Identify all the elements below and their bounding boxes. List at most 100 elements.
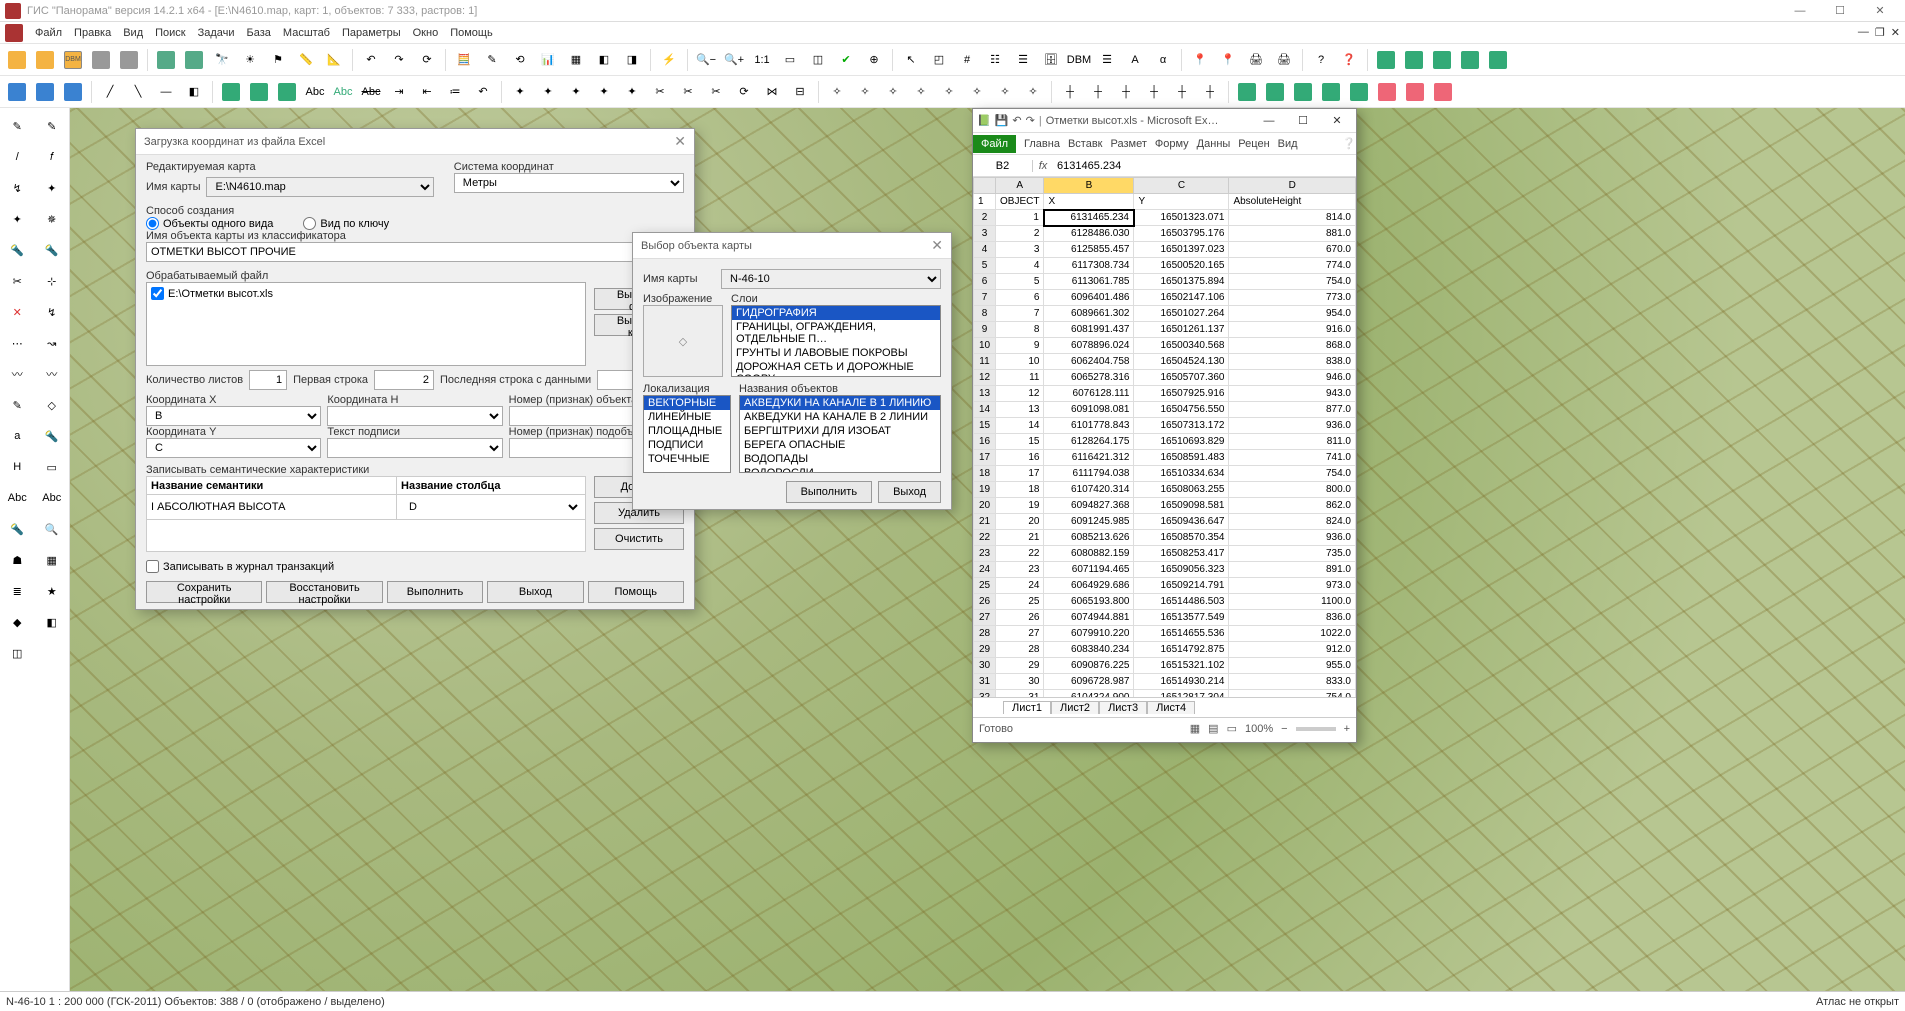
draw3-icon[interactable] bbox=[60, 79, 86, 105]
rt-compass-icon[interactable]: ✵ bbox=[38, 205, 66, 233]
x4-icon[interactable]: ✧ bbox=[908, 79, 934, 105]
ribbon-review[interactable]: Рецен bbox=[1234, 138, 1273, 150]
radio-one-type[interactable]: Объекты одного вида bbox=[146, 217, 273, 230]
rt-wave-icon[interactable]: 〰 bbox=[38, 360, 66, 388]
save-icon[interactable] bbox=[88, 47, 114, 73]
x1-icon[interactable]: ✧ bbox=[824, 79, 850, 105]
list2-icon[interactable]: ☰ bbox=[1094, 47, 1120, 73]
draw2-icon[interactable] bbox=[32, 79, 58, 105]
cut3-icon[interactable]: ✂ bbox=[703, 79, 729, 105]
grid1-icon[interactable]: ┼ bbox=[1057, 79, 1083, 105]
gn-e-icon[interactable]: ✦ bbox=[619, 79, 645, 105]
select-rect-icon[interactable]: ▭ bbox=[777, 47, 803, 73]
node2-icon[interactable] bbox=[246, 79, 272, 105]
rt-branch-icon[interactable]: ↯ bbox=[38, 298, 66, 326]
sem-col-select[interactable]: D bbox=[401, 497, 581, 517]
sheet-tab-1[interactable]: Лист1 bbox=[1003, 701, 1051, 714]
mdi-minimize[interactable]: — bbox=[1858, 26, 1869, 39]
lt-a-icon[interactable]: a bbox=[3, 422, 31, 450]
qat-redo-icon[interactable]: ↷ bbox=[1026, 114, 1035, 127]
menu-base[interactable]: База bbox=[247, 27, 271, 39]
binoculars-icon[interactable]: 🔭 bbox=[209, 47, 235, 73]
split-icon[interactable]: ⊟ bbox=[787, 79, 813, 105]
d2-local-item[interactable]: ТОЧЕЧНЫЕ bbox=[644, 452, 730, 466]
menu-scale[interactable]: Масштаб bbox=[283, 27, 330, 39]
table-icon[interactable]: ☷ bbox=[982, 47, 1008, 73]
zoom-in-icon[interactable]: + bbox=[1344, 723, 1350, 735]
rt-diamond-icon[interactable]: ◇ bbox=[38, 391, 66, 419]
3d-icon[interactable]: ◧ bbox=[591, 47, 617, 73]
menu-search[interactable]: Поиск bbox=[155, 27, 185, 39]
measure-icon[interactable]: 📐 bbox=[321, 47, 347, 73]
print-icon[interactable]: 🖨 bbox=[1243, 47, 1269, 73]
cube-icon[interactable]: ◨ bbox=[619, 47, 645, 73]
rt-gstar-icon[interactable]: ✦ bbox=[38, 174, 66, 202]
saveall-icon[interactable] bbox=[116, 47, 142, 73]
rt-snap-icon[interactable]: ⊹ bbox=[38, 267, 66, 295]
zoomout-icon[interactable]: 🔍− bbox=[693, 47, 719, 73]
reload-icon[interactable]: ⟳ bbox=[731, 79, 757, 105]
gn-c-icon[interactable]: ✦ bbox=[563, 79, 589, 105]
x3-icon[interactable]: ✧ bbox=[880, 79, 906, 105]
d2-objname-item[interactable]: АКВЕДУКИ НА КАНАЛЕ В 1 ЛИНИЮ bbox=[740, 396, 940, 410]
m2-icon[interactable] bbox=[1262, 79, 1288, 105]
sheet-tab-4[interactable]: Лист4 bbox=[1147, 701, 1195, 714]
rt-sel-icon[interactable]: ▭ bbox=[38, 453, 66, 481]
d2-local-item[interactable]: ПОДПИСИ bbox=[644, 438, 730, 452]
rt-gold-icon[interactable]: ◧ bbox=[38, 608, 66, 636]
abc2-icon[interactable]: Abc bbox=[330, 79, 356, 105]
sem-row[interactable]: I АБСОЛЮТНАЯ ВЫСОТА D bbox=[147, 495, 586, 520]
d2-local-item[interactable]: ВЕКТОРНЫЕ bbox=[644, 396, 730, 410]
qat-undo-icon[interactable]: ↶ bbox=[1012, 114, 1021, 127]
menu-edit[interactable]: Правка bbox=[74, 27, 111, 39]
lastrow-input[interactable] bbox=[597, 370, 635, 390]
lt-flashlight-icon[interactable]: 🔦 bbox=[3, 236, 31, 264]
rotate-icon[interactable]: ⟲ bbox=[507, 47, 533, 73]
node3-icon[interactable] bbox=[274, 79, 300, 105]
rt-light-icon[interactable]: 🔦 bbox=[38, 236, 66, 264]
menu-file[interactable]: Файл bbox=[35, 27, 62, 39]
dbm-icon[interactable]: DBM bbox=[60, 47, 86, 73]
rt-script-icon[interactable]: 𝑓 bbox=[38, 143, 66, 171]
line1-icon[interactable]: ╱ bbox=[97, 79, 123, 105]
excel-maximize[interactable]: ☐ bbox=[1288, 114, 1318, 127]
gn-b-icon[interactable]: ✦ bbox=[535, 79, 561, 105]
formula-bar[interactable]: 6131465.234 bbox=[1053, 160, 1356, 172]
excel-grid[interactable]: ABCD1OBJECTXYAbsoluteHeight216131465.234… bbox=[973, 177, 1356, 697]
m7-icon[interactable] bbox=[1402, 79, 1428, 105]
x8-icon[interactable]: ✧ bbox=[1020, 79, 1046, 105]
node1-icon[interactable] bbox=[218, 79, 244, 105]
lt-light2-icon[interactable]: 🔦 bbox=[3, 515, 31, 543]
redo-icon[interactable]: ↷ bbox=[386, 47, 412, 73]
select-all-icon[interactable]: ◫ bbox=[805, 47, 831, 73]
line2-icon[interactable]: ╲ bbox=[125, 79, 151, 105]
indent-icon[interactable]: ⇥ bbox=[386, 79, 412, 105]
d2-local-item[interactable]: ЛИНЕЙНЫЕ bbox=[644, 410, 730, 424]
scale11-icon[interactable]: 1:1 bbox=[749, 47, 775, 73]
ribbon-help-icon[interactable]: ❔ bbox=[1342, 137, 1356, 150]
open-icon[interactable] bbox=[4, 47, 30, 73]
gn4-icon[interactable] bbox=[1457, 47, 1483, 73]
execute-button[interactable]: Выполнить bbox=[387, 581, 483, 603]
cut1-icon[interactable]: ✂ bbox=[647, 79, 673, 105]
d2-local-listbox[interactable]: ВЕКТОРНЫЕ ЛИНЕЙНЫЕ ПЛОЩАДНЫЕ ПОДПИСИ ТОЧ… bbox=[643, 395, 731, 473]
lt-dots-icon[interactable]: ⋯ bbox=[3, 329, 31, 357]
dialog1-close-icon[interactable]: ✕ bbox=[674, 133, 686, 150]
coordx-select[interactable]: B bbox=[146, 406, 321, 426]
lt-pencil-icon[interactable]: ✎ bbox=[3, 112, 31, 140]
zoom-slider[interactable] bbox=[1296, 727, 1336, 731]
x6-icon[interactable]: ✧ bbox=[964, 79, 990, 105]
map-name-select[interactable]: E:\N4610.map bbox=[206, 177, 433, 197]
d2-exit-button[interactable]: Выход bbox=[878, 481, 941, 503]
cell-reference[interactable]: B2 bbox=[973, 160, 1033, 172]
vol-icon[interactable]: ◧ bbox=[181, 79, 207, 105]
x5-icon[interactable]: ✧ bbox=[936, 79, 962, 105]
m1-icon[interactable] bbox=[1234, 79, 1260, 105]
marker2-icon[interactable]: 📍 bbox=[1215, 47, 1241, 73]
font-icon[interactable]: A bbox=[1122, 47, 1148, 73]
mdi-close[interactable]: ✕ bbox=[1891, 26, 1900, 39]
dialog2-close-icon[interactable]: ✕ bbox=[931, 237, 943, 254]
rt-mesh-icon[interactable]: ▦ bbox=[38, 546, 66, 574]
menu-tasks[interactable]: Задачи bbox=[198, 27, 235, 39]
rt-path-icon[interactable]: ↝ bbox=[38, 329, 66, 357]
